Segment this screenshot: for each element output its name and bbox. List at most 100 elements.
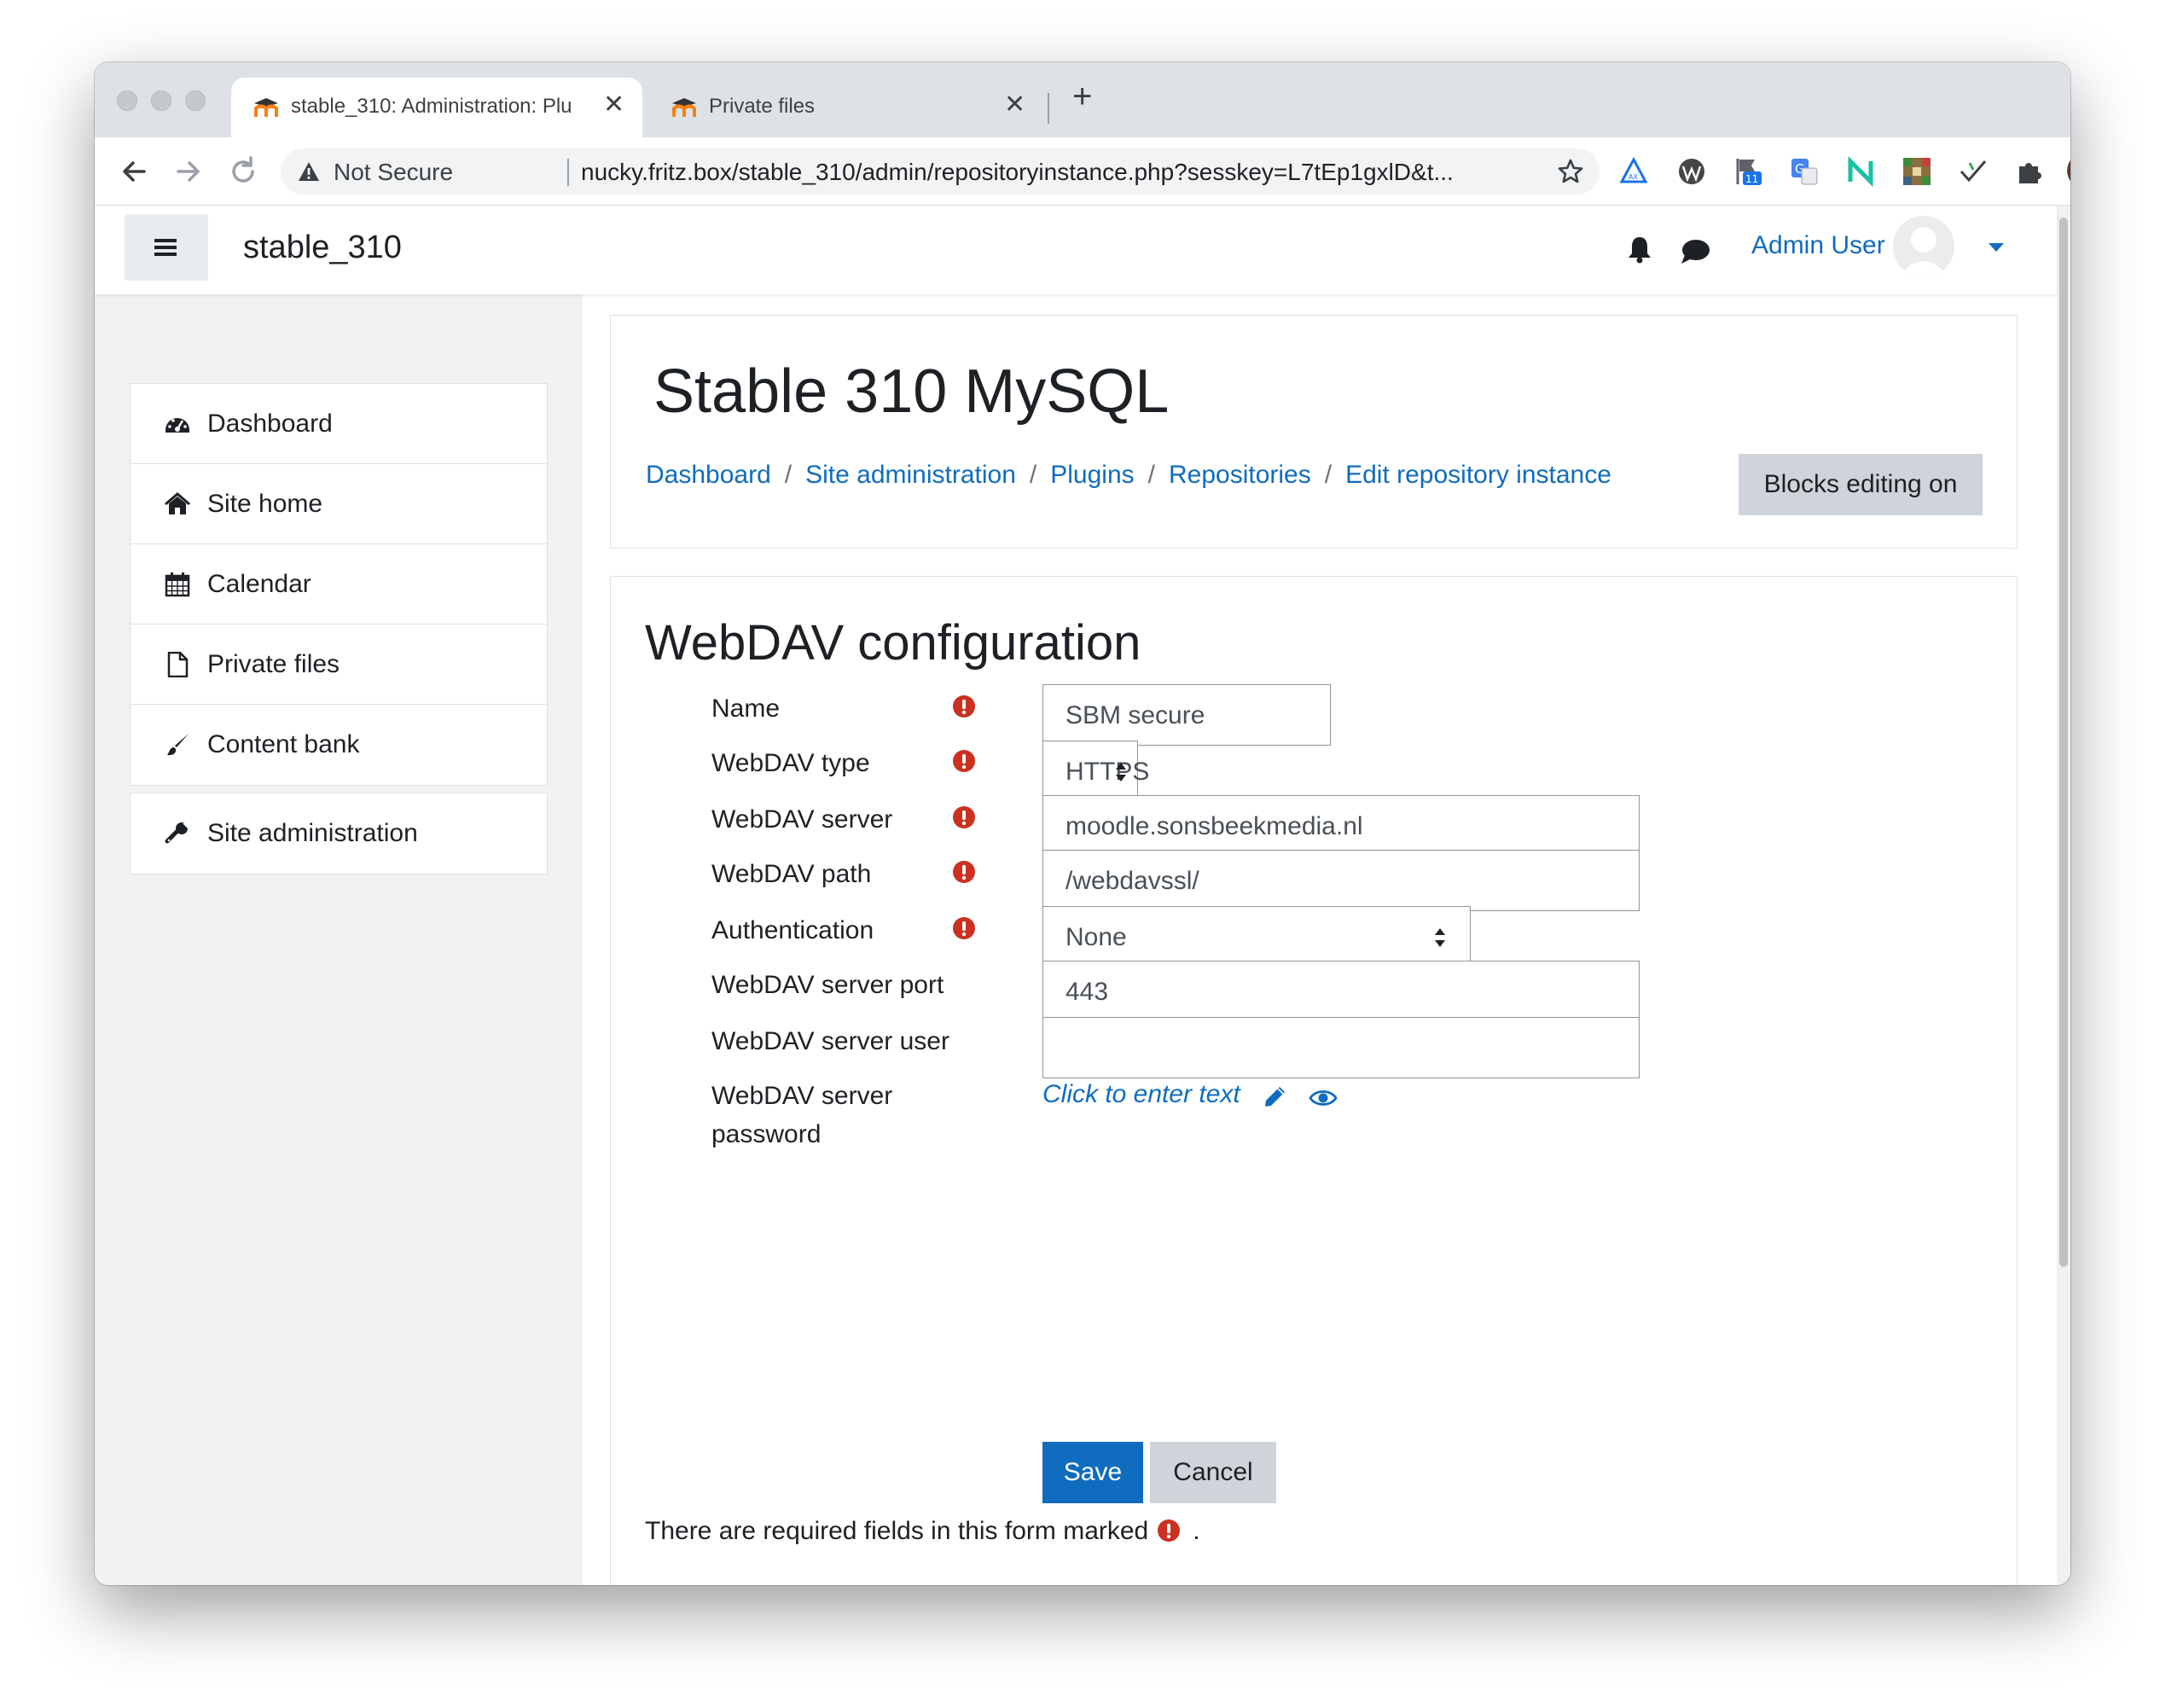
url-text[interactable]: nucky.fritz.box/stable_310/admin/reposit… — [581, 159, 1454, 186]
page-header: Stable 310 MySQL Dashboard / Site administ… — [610, 315, 2018, 549]
file-icon — [167, 652, 189, 677]
webdav-port-input[interactable]: 443 — [1042, 961, 1640, 1022]
site-name[interactable]: stable_310 — [243, 229, 402, 266]
webdav-type-select[interactable]: HTTPS — [1042, 741, 1149, 802]
drive-extension-icon[interactable]: AX — [1618, 156, 1649, 187]
user-placeholder-icon — [1893, 216, 1954, 277]
security-label[interactable]: Not Secure — [334, 159, 453, 186]
breadcrumb: Dashboard / Site administration / Plugins / Re… — [646, 461, 1611, 490]
field-label: WebDAV type — [711, 749, 870, 777]
required-icon — [952, 860, 976, 884]
input-value: 443 — [1065, 978, 1109, 1006]
nav-item-label: Calendar — [207, 570, 311, 598]
select-arrows-icon — [1434, 927, 1446, 948]
nav-item-label: Site home — [207, 490, 323, 518]
user-menu-caret-icon[interactable] — [1989, 243, 2004, 252]
chat-bubble-icon[interactable] — [1680, 238, 1710, 265]
address-bar[interactable]: Not Secure nucky.fritz.box/stable_310/ad… — [281, 148, 1600, 195]
translate-extension-icon[interactable]: G — [1789, 156, 1820, 187]
profile-avatar-icon[interactable] — [2067, 153, 2070, 189]
breadcrumb-plugins[interactable]: Plugins — [1050, 461, 1134, 489]
required-icon — [1157, 1519, 1181, 1542]
field-row-webdav-password: WebDAV server password Click to enter te… — [611, 1072, 2017, 1165]
user-avatar[interactable] — [1893, 216, 1954, 277]
nav-item-label: Private files — [207, 650, 340, 678]
select-value: None — [1065, 923, 1127, 951]
select-arrows-icon — [1115, 762, 1127, 782]
blocks-editing-button[interactable]: Blocks editing on — [1739, 454, 1983, 515]
tab-administration[interactable]: stable_310: Administration: Plu ✕ — [231, 78, 642, 137]
nav-item-calendar[interactable]: Calendar — [131, 544, 547, 625]
breadcrumb-repositories[interactable]: Repositories — [1169, 461, 1311, 489]
breadcrumb-edit-repository-instance[interactable]: Edit repository instance — [1345, 461, 1611, 489]
required-icon — [952, 749, 976, 773]
webdav-path-input[interactable]: /webdavssl/ — [1042, 850, 1640, 911]
webdav-user-input[interactable] — [1042, 1017, 1640, 1078]
nav-drawer: Dashboard Site home Calendar Private fil… — [95, 294, 583, 1585]
tab-title: stable_310: Administration: Plu — [291, 95, 572, 118]
new-tab-button[interactable]: + — [1072, 79, 1092, 113]
breadcrumb-site-administration[interactable]: Site administration — [805, 461, 1016, 489]
scrollbar-thumb[interactable] — [2059, 218, 2068, 1267]
authentication-select[interactable]: None — [1042, 906, 1471, 967]
reload-icon[interactable] — [226, 154, 260, 189]
breadcrumb-divider: / — [1029, 461, 1037, 489]
breadcrumb-dashboard[interactable]: Dashboard — [646, 461, 771, 489]
checkmark-extension-icon[interactable] — [1958, 156, 1989, 187]
cancel-button[interactable]: Cancel — [1150, 1442, 1276, 1503]
field-label: WebDAV server password — [711, 1077, 892, 1153]
nav-item-site-home[interactable]: Site home — [131, 464, 547, 544]
page-scrollbar[interactable] — [2057, 206, 2070, 1585]
svg-text:AX: AX — [1629, 173, 1638, 181]
user-name[interactable]: Admin User — [1751, 231, 1885, 260]
warning-triangle-icon — [299, 162, 319, 181]
back-arrow-icon[interactable] — [117, 154, 151, 189]
hamburger-icon — [154, 239, 177, 256]
bookmark-star-icon[interactable] — [1557, 158, 1584, 185]
tab-separator — [1048, 93, 1049, 124]
page-title: Stable 310 MySQL — [653, 357, 1170, 426]
site-navbar: stable_310 Admin User — [95, 206, 2057, 294]
nav-item-private-files[interactable]: Private files — [131, 625, 547, 705]
drawer-toggle-button[interactable] — [125, 214, 208, 281]
dashboard-icon — [165, 418, 189, 433]
browser-window: stable_310: Administration: Plu ✕ Privat… — [95, 62, 2070, 1585]
field-label: WebDAV path — [711, 860, 872, 888]
moodle-favicon-icon — [252, 93, 281, 122]
name-input[interactable]: SBM secure — [1042, 684, 1331, 746]
required-icon — [952, 694, 976, 718]
nav-item-site-administration[interactable]: Site administration — [131, 793, 547, 874]
password-click-to-enter[interactable]: Click to enter text — [1042, 1080, 1240, 1109]
close-window-button[interactable] — [117, 90, 137, 111]
zoom-window-button[interactable] — [185, 90, 206, 111]
eye-icon[interactable] — [1309, 1087, 1338, 1109]
extension-badge: 11 — [1745, 173, 1758, 185]
tab-strip: stable_310: Administration: Plu ✕ Privat… — [95, 62, 2070, 137]
pattern-extension-icon[interactable] — [1902, 156, 1932, 187]
page-content: Dashboard Site home Calendar Private fil… — [95, 294, 2057, 1585]
breadcrumb-divider: / — [784, 461, 793, 489]
nav-item-label: Content bank — [207, 730, 360, 758]
pencil-icon[interactable] — [1263, 1083, 1288, 1109]
required-note-end: . — [1193, 1517, 1200, 1545]
home-icon — [165, 492, 190, 514]
field-label-line: password — [711, 1120, 822, 1148]
puzzle-extensions-icon[interactable] — [2014, 156, 2045, 187]
close-tab-icon[interactable]: ✕ — [1004, 90, 1025, 119]
nav-item-label: Dashboard — [207, 410, 333, 438]
tab-private-files[interactable]: Private files ✕ — [649, 78, 1042, 137]
webdav-server-input[interactable]: moodle.sonsbeekmedia.nl — [1042, 795, 1640, 857]
bell-icon[interactable] — [1625, 235, 1654, 264]
browser-toolbar: Not Secure nucky.fritz.box/stable_310/ad… — [95, 137, 2070, 206]
required-icon — [952, 805, 976, 829]
n-extension-icon[interactable] — [1845, 156, 1876, 187]
breadcrumb-divider: / — [1324, 461, 1333, 489]
save-button[interactable]: Save — [1042, 1442, 1143, 1503]
wordpress-extension-icon[interactable] — [1676, 156, 1707, 187]
nav-item-content-bank[interactable]: Content bank — [131, 705, 547, 785]
nav-item-dashboard[interactable]: Dashboard — [131, 384, 547, 464]
forward-arrow-icon[interactable] — [171, 154, 206, 189]
close-tab-icon[interactable]: ✕ — [603, 90, 624, 119]
flag-extension-icon[interactable]: 11 — [1733, 156, 1763, 187]
minimize-window-button[interactable] — [151, 90, 171, 111]
